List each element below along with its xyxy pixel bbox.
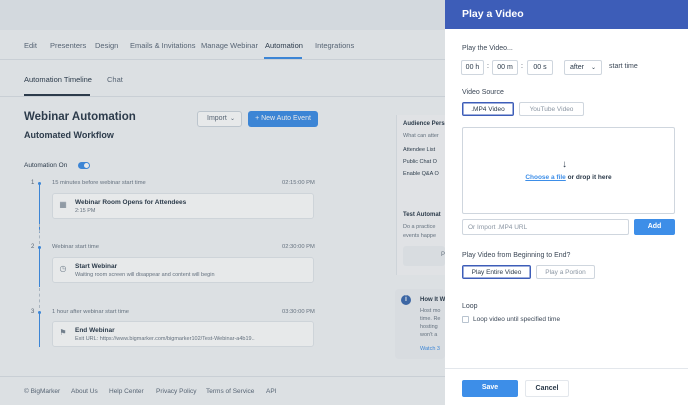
play-video-modal: Play a Video Play the Video... 00 h : 00… <box>445 0 688 405</box>
play-entire-video-option[interactable]: Play Entire Video <box>462 265 531 279</box>
cancel-button[interactable]: Cancel <box>525 380 569 397</box>
seconds-value: 00 <box>533 64 542 71</box>
add-url-button[interactable]: Add <box>634 219 675 235</box>
modal-backdrop[interactable] <box>0 0 445 405</box>
loop-label: Loop <box>462 303 478 310</box>
file-drop-zone[interactable]: ↓ Choose a file or drop it here <box>462 127 675 214</box>
loop-checkbox-label[interactable]: Loop video until specified time <box>473 316 560 323</box>
hours-unit: h <box>475 64 480 71</box>
mp4-url-input[interactable]: Or Import .MP4 URL <box>462 219 629 235</box>
minutes-value: 00 <box>497 64 505 71</box>
drop-it-here-text: or drop it here <box>565 174 612 181</box>
choose-file-link[interactable]: Choose a file <box>525 174 565 181</box>
arrow-down-icon: ↓ <box>562 159 567 170</box>
hours-value: 00 <box>465 64 474 71</box>
before-after-select[interactable]: after ⌄ <box>564 60 602 75</box>
save-button[interactable]: Save <box>462 380 518 397</box>
minutes-unit: m <box>506 64 513 71</box>
minutes-input[interactable]: 00 m <box>492 60 518 75</box>
modal-title: Play a Video <box>462 8 524 20</box>
play-portion-option[interactable]: Play a Portion <box>536 265 595 279</box>
video-source-label: Video Source <box>462 89 504 96</box>
mp4-video-option[interactable]: .MP4 Video <box>462 102 514 116</box>
chevron-down-icon: ⌄ <box>590 65 596 71</box>
seconds-unit: s <box>543 64 547 71</box>
before-after-value: after <box>570 64 585 71</box>
start-time-label: start time <box>609 63 638 70</box>
play-beginning-label: Play Video from Beginning to End? <box>462 252 571 259</box>
play-the-video-label: Play the Video... <box>462 45 513 52</box>
time-separator: : <box>487 63 489 70</box>
loop-checkbox[interactable] <box>462 316 469 323</box>
time-separator: : <box>521 63 523 70</box>
modal-footer-divider <box>445 368 688 369</box>
youtube-video-option[interactable]: YouTube Video <box>519 102 584 116</box>
seconds-input[interactable]: 00 s <box>527 60 553 75</box>
hours-input[interactable]: 00 h <box>461 60 484 75</box>
drop-zone-text: Choose a file or drop it here <box>463 174 674 181</box>
modal-header: Play a Video <box>445 0 688 29</box>
